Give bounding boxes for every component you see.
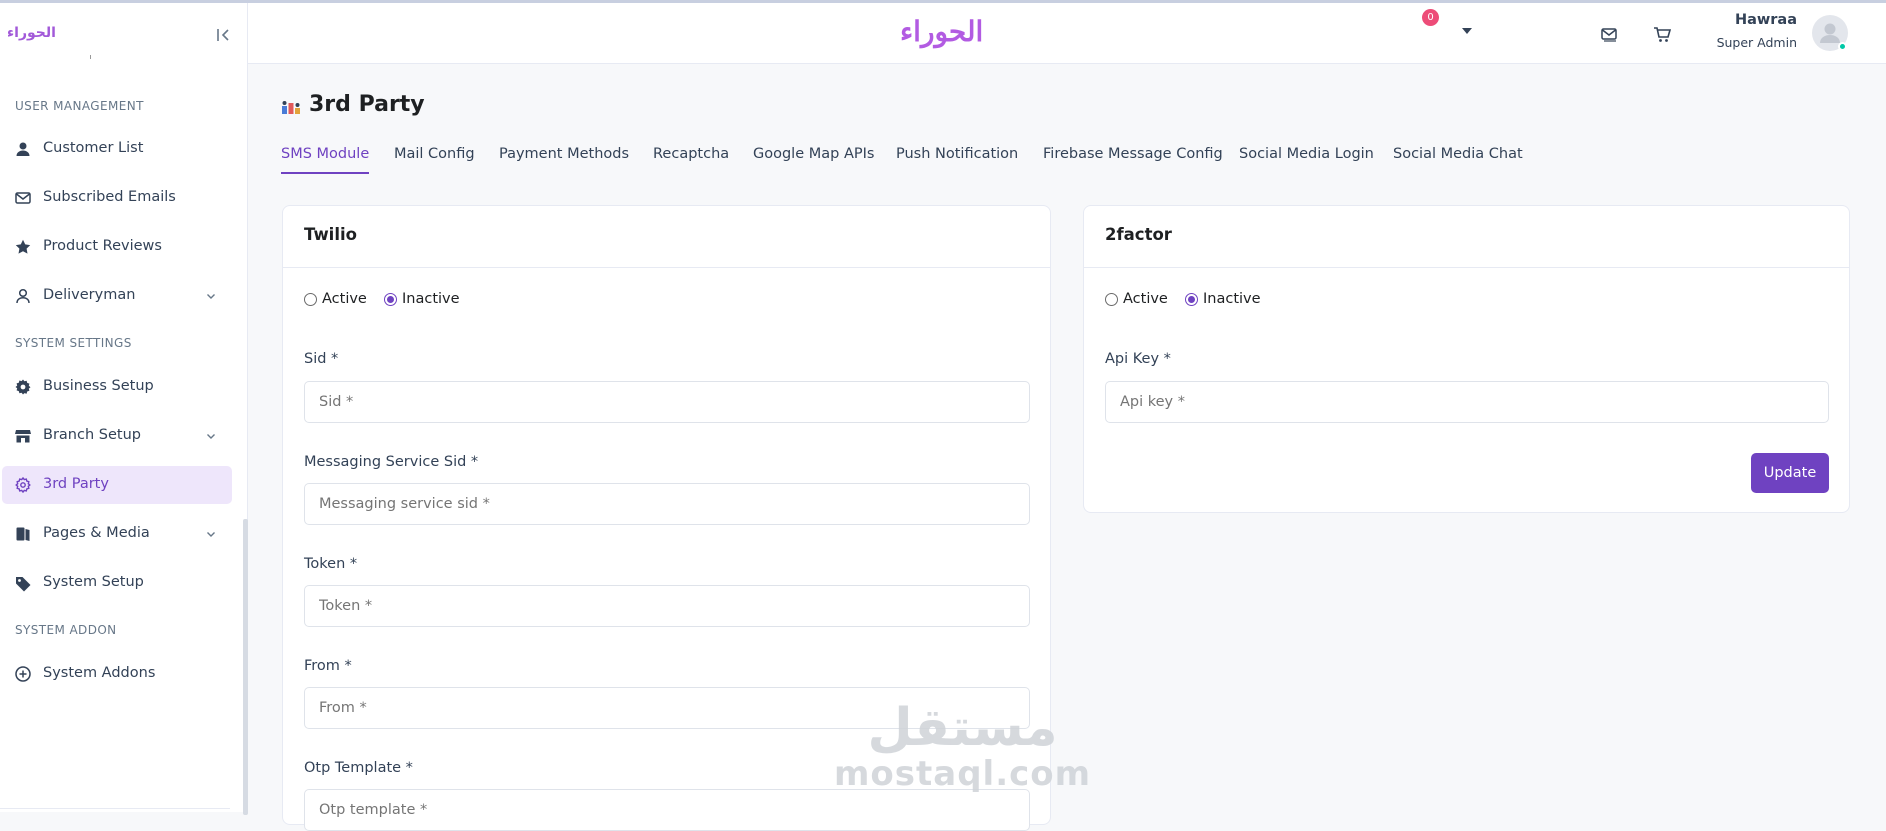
watermark-latin: mostaql.com	[834, 754, 1092, 794]
token-input[interactable]	[304, 585, 1030, 627]
token-label: Token *	[304, 556, 358, 572]
sidebar-item-deliveryman[interactable]: Deliveryman	[2, 277, 232, 315]
twofactor-card-header: 2factor	[1084, 206, 1849, 268]
sidebar-logo[interactable]: الحوراء	[7, 25, 56, 41]
cart-count-badge: 0	[1422, 9, 1439, 26]
sidebar-item-pages-media[interactable]: Pages & Media	[2, 515, 232, 553]
twofactor-inactive-radio[interactable]: Inactive	[1185, 291, 1261, 307]
tab-firebase-message-config[interactable]: Firebase Message Config	[1043, 146, 1223, 172]
sidebar-item-3rd-party[interactable]: 3rd Party	[2, 466, 232, 504]
sidebar-scrollbar[interactable]	[243, 519, 248, 815]
user-icon	[14, 140, 32, 158]
api-key-input[interactable]	[1105, 381, 1829, 423]
sid-input[interactable]	[304, 381, 1030, 423]
settings-icon	[14, 476, 32, 494]
sidebar-item-label: System Addons	[43, 665, 156, 681]
from-label: From *	[304, 658, 352, 674]
third-party-icon	[281, 97, 301, 117]
sidebar-item-label: Business Setup	[43, 378, 154, 394]
sidebar-item-label: Subscribed Emails	[43, 189, 176, 205]
sidebar-item-business-setup[interactable]: Business Setup	[2, 368, 232, 406]
sidebar-item-system-setup[interactable]: System Setup	[2, 564, 232, 602]
plus-circle-icon	[14, 665, 32, 683]
twofactor-card: 2factor Active Inactive Api Key *	[1083, 205, 1850, 513]
tab-payment-methods[interactable]: Payment Methods	[499, 146, 629, 172]
sidebar-item-label: 3rd Party	[43, 476, 109, 492]
tab-sms-module[interactable]: SMS Module	[281, 146, 370, 174]
section-user-management: USER MANAGEMENT	[15, 99, 144, 113]
user-menu-caret-icon[interactable]	[1462, 28, 1472, 34]
top-header: الحوراء	[248, 3, 1886, 64]
user-name[interactable]: Hawraa	[1735, 12, 1797, 28]
sid-label: Sid *	[304, 351, 339, 367]
twilio-card-header: Twilio	[283, 206, 1050, 268]
tab-social-media-chat[interactable]: Social Media Chat	[1393, 146, 1523, 172]
section-system-settings: SYSTEM SETTINGS	[15, 336, 132, 350]
otp-template-input[interactable]	[304, 789, 1030, 831]
radio-button[interactable]	[304, 292, 317, 306]
sidebar-item-label: Deliveryman	[43, 287, 136, 303]
tab-mail-config[interactable]: Mail Config	[394, 146, 475, 172]
twilio-active-radio[interactable]: Active	[304, 291, 367, 307]
sidebar-item-label: Customer List	[43, 140, 144, 156]
sidebar-item-label: Pages & Media	[43, 525, 150, 541]
store-icon	[14, 427, 32, 445]
tab-recaptcha[interactable]: Recaptcha	[653, 146, 729, 172]
sidebar-item-customer-list[interactable]: Customer List	[2, 130, 232, 168]
person-icon	[14, 287, 32, 305]
twilio-inactive-radio[interactable]: Inactive	[384, 291, 460, 307]
sidebar-item-label: Product Reviews	[43, 238, 162, 254]
watermark-arabic: مستقل	[867, 698, 1058, 758]
tab-social-media-login[interactable]: Social Media Login	[1239, 146, 1374, 172]
radio-label: Active	[322, 291, 367, 307]
tab-push-notification[interactable]: Push Notification	[896, 146, 1018, 172]
page-title: 3rd Party	[309, 92, 425, 117]
watermark: مستقل mostaql.com	[834, 700, 1091, 792]
chevron-down-icon	[206, 291, 216, 301]
sidebar-item-subscribed-emails[interactable]: Subscribed Emails	[2, 179, 232, 217]
chevron-down-icon	[206, 431, 216, 441]
radio-label: Inactive	[402, 291, 460, 307]
radio-button-selected[interactable]	[384, 292, 397, 306]
brand-logo[interactable]: الحوراء	[900, 15, 983, 48]
messaging-service-sid-input[interactable]	[304, 483, 1030, 525]
twilio-title: Twilio	[304, 225, 357, 244]
radio-label: Inactive	[1203, 291, 1261, 307]
api-key-label: Api Key *	[1105, 351, 1171, 367]
user-role: Super Admin	[1716, 35, 1797, 50]
radio-button[interactable]	[1105, 292, 1118, 306]
update-button[interactable]: Update	[1751, 453, 1829, 493]
radio-button-selected[interactable]	[1185, 292, 1198, 306]
collapse-sidebar-icon[interactable]	[213, 25, 233, 45]
cart-icon[interactable]	[1651, 23, 1673, 45]
tag-icon	[14, 574, 32, 592]
sidebar-item-product-reviews[interactable]: Product Reviews	[2, 228, 232, 266]
sidebar-footer-divider	[0, 808, 230, 809]
online-status-indicator	[1838, 42, 1847, 51]
sidebar-item-branch-setup[interactable]: Branch Setup	[2, 417, 232, 455]
mail-icon	[14, 189, 32, 207]
twofactor-active-radio[interactable]: Active	[1105, 291, 1168, 307]
radio-label: Active	[1123, 291, 1168, 307]
star-icon	[14, 238, 32, 256]
gear-icon	[14, 378, 32, 396]
messaging-service-sid-label: Messaging Service Sid *	[304, 454, 479, 470]
section-system-addon: SYSTEM ADDON	[15, 623, 117, 637]
scroll-remnant	[90, 55, 94, 59]
sidebar-item-label: System Setup	[43, 574, 144, 590]
book-icon	[14, 525, 32, 543]
sidebar: الحوراء USER MANAGEMENT Customer List Su…	[0, 3, 248, 815]
tab-google-map-apis[interactable]: Google Map APIs	[753, 146, 874, 172]
sidebar-item-label: Branch Setup	[43, 427, 141, 443]
chevron-down-icon	[206, 529, 216, 539]
twofactor-title: 2factor	[1105, 225, 1172, 244]
otp-template-label: Otp Template *	[304, 760, 413, 776]
sidebar-item-system-addons[interactable]: System Addons	[2, 655, 232, 693]
messages-icon[interactable]	[1598, 23, 1620, 45]
